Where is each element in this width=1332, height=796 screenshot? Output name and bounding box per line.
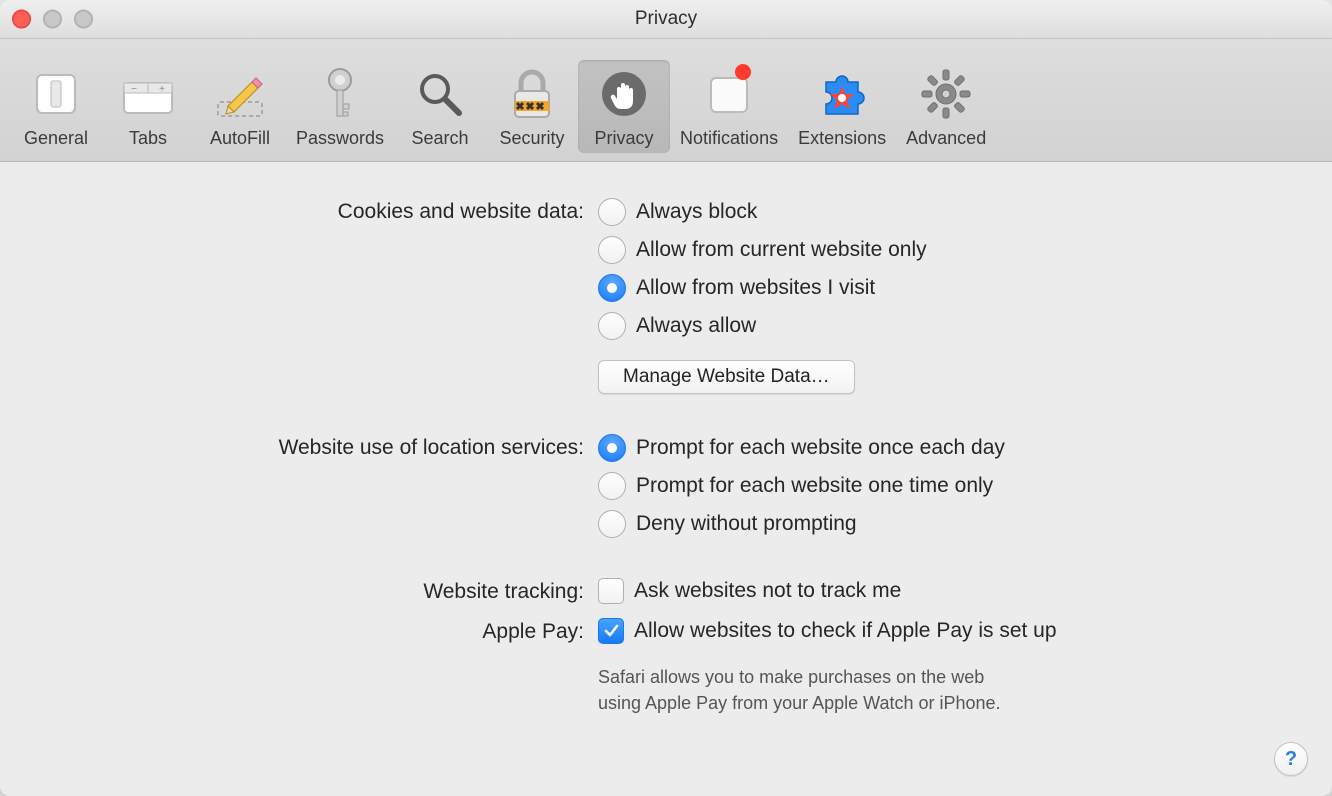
checkbox[interactable] <box>598 578 624 604</box>
privacy-pane: Cookies and website data: Always block A… <box>0 162 1332 796</box>
radio-button[interactable] <box>598 434 626 462</box>
manage-website-data-button[interactable]: Manage Website Data… <box>598 360 855 394</box>
puzzle-icon <box>814 66 870 122</box>
zoom-window-button[interactable] <box>74 10 93 29</box>
tab-advanced-label: Advanced <box>906 128 986 149</box>
key-icon <box>312 66 368 122</box>
radio-button[interactable] <box>598 198 626 226</box>
switch-icon <box>28 66 84 122</box>
cookies-section: Cookies and website data: Always block A… <box>40 198 1292 394</box>
help-line: Safari allows you to make purchases on t… <box>598 667 984 687</box>
tab-extensions-label: Extensions <box>798 128 886 149</box>
location-option-each-day[interactable]: Prompt for each website once each day <box>598 434 1005 462</box>
tab-tabs-label: Tabs <box>129 128 167 149</box>
applepay-label: Apple Pay: <box>40 618 598 644</box>
help-button[interactable]: ? <box>1274 742 1308 776</box>
location-section: Website use of location services: Prompt… <box>40 434 1292 538</box>
radio-button[interactable] <box>598 472 626 500</box>
preferences-window: Privacy General − + Ta <box>0 0 1332 796</box>
checkbox-label: Ask websites not to track me <box>634 578 901 603</box>
checkbox[interactable] <box>598 618 624 644</box>
tab-tabs[interactable]: − + Tabs <box>102 60 194 153</box>
tab-notifications[interactable]: Notifications <box>670 60 788 153</box>
cookies-option-always-block[interactable]: Always block <box>598 198 927 226</box>
tab-notifications-label: Notifications <box>680 128 778 149</box>
preferences-toolbar: General − + Tabs <box>0 39 1332 162</box>
tab-search-label: Search <box>412 128 469 149</box>
cookies-option-always-allow[interactable]: Always allow <box>598 312 927 340</box>
help-line: using Apple Pay from your Apple Watch or… <box>598 693 1001 713</box>
tab-extensions[interactable]: Extensions <box>788 60 896 153</box>
tab-passwords-label: Passwords <box>296 128 384 149</box>
minimize-window-button[interactable] <box>43 10 62 29</box>
padlock-icon <box>504 66 560 122</box>
tab-autofill[interactable]: AutoFill <box>194 60 286 153</box>
radio-button[interactable] <box>598 510 626 538</box>
pencil-icon <box>212 66 268 122</box>
location-option-one-time[interactable]: Prompt for each website one time only <box>598 472 1005 500</box>
checkbox-label: Allow websites to check if Apple Pay is … <box>634 618 1057 643</box>
notification-badge <box>735 64 751 80</box>
tab-privacy[interactable]: Privacy <box>578 60 670 153</box>
radio-label: Always block <box>636 199 757 224</box>
radio-button[interactable] <box>598 274 626 302</box>
hand-icon <box>596 66 652 122</box>
window-controls <box>12 10 93 29</box>
tab-general-label: General <box>24 128 88 149</box>
applepay-section: Apple Pay: Allow websites to check if Ap… <box>40 618 1292 716</box>
gear-icon <box>918 66 974 122</box>
radio-label: Allow from websites I visit <box>636 275 875 300</box>
radio-label: Prompt for each website one time only <box>636 473 993 498</box>
magnifier-icon <box>412 66 468 122</box>
tab-search[interactable]: Search <box>394 60 486 153</box>
radio-button[interactable] <box>598 236 626 264</box>
tab-passwords[interactable]: Passwords <box>286 60 394 153</box>
window-title: Privacy <box>635 8 697 30</box>
svg-text:+: + <box>159 84 165 95</box>
tab-advanced[interactable]: Advanced <box>896 60 996 153</box>
tab-general[interactable]: General <box>10 60 102 153</box>
radio-button[interactable] <box>598 312 626 340</box>
applepay-checkbox-row[interactable]: Allow websites to check if Apple Pay is … <box>598 618 1057 644</box>
tab-security[interactable]: Security <box>486 60 578 153</box>
do-not-track-checkbox-row[interactable]: Ask websites not to track me <box>598 578 901 604</box>
tab-privacy-label: Privacy <box>595 128 654 149</box>
titlebar: Privacy <box>0 0 1332 39</box>
cookies-label: Cookies and website data: <box>40 198 598 224</box>
tracking-label: Website tracking: <box>40 578 598 604</box>
tabs-icon: − + <box>120 66 176 122</box>
applepay-help-text: Safari allows you to make purchases on t… <box>598 664 1057 716</box>
svg-text:−: − <box>131 84 137 95</box>
tracking-section: Website tracking: Ask websites not to tr… <box>40 578 1292 604</box>
tab-security-label: Security <box>500 128 565 149</box>
radio-label: Prompt for each website once each day <box>636 435 1005 460</box>
radio-label: Deny without prompting <box>636 511 857 536</box>
location-label: Website use of location services: <box>40 434 598 460</box>
note-icon <box>701 66 757 122</box>
cookies-option-current-only[interactable]: Allow from current website only <box>598 236 927 264</box>
radio-label: Always allow <box>636 313 756 338</box>
radio-label: Allow from current website only <box>636 237 927 262</box>
location-option-deny[interactable]: Deny without prompting <box>598 510 1005 538</box>
close-window-button[interactable] <box>12 10 31 29</box>
cookies-option-visited[interactable]: Allow from websites I visit <box>598 274 927 302</box>
tab-autofill-label: AutoFill <box>210 128 270 149</box>
